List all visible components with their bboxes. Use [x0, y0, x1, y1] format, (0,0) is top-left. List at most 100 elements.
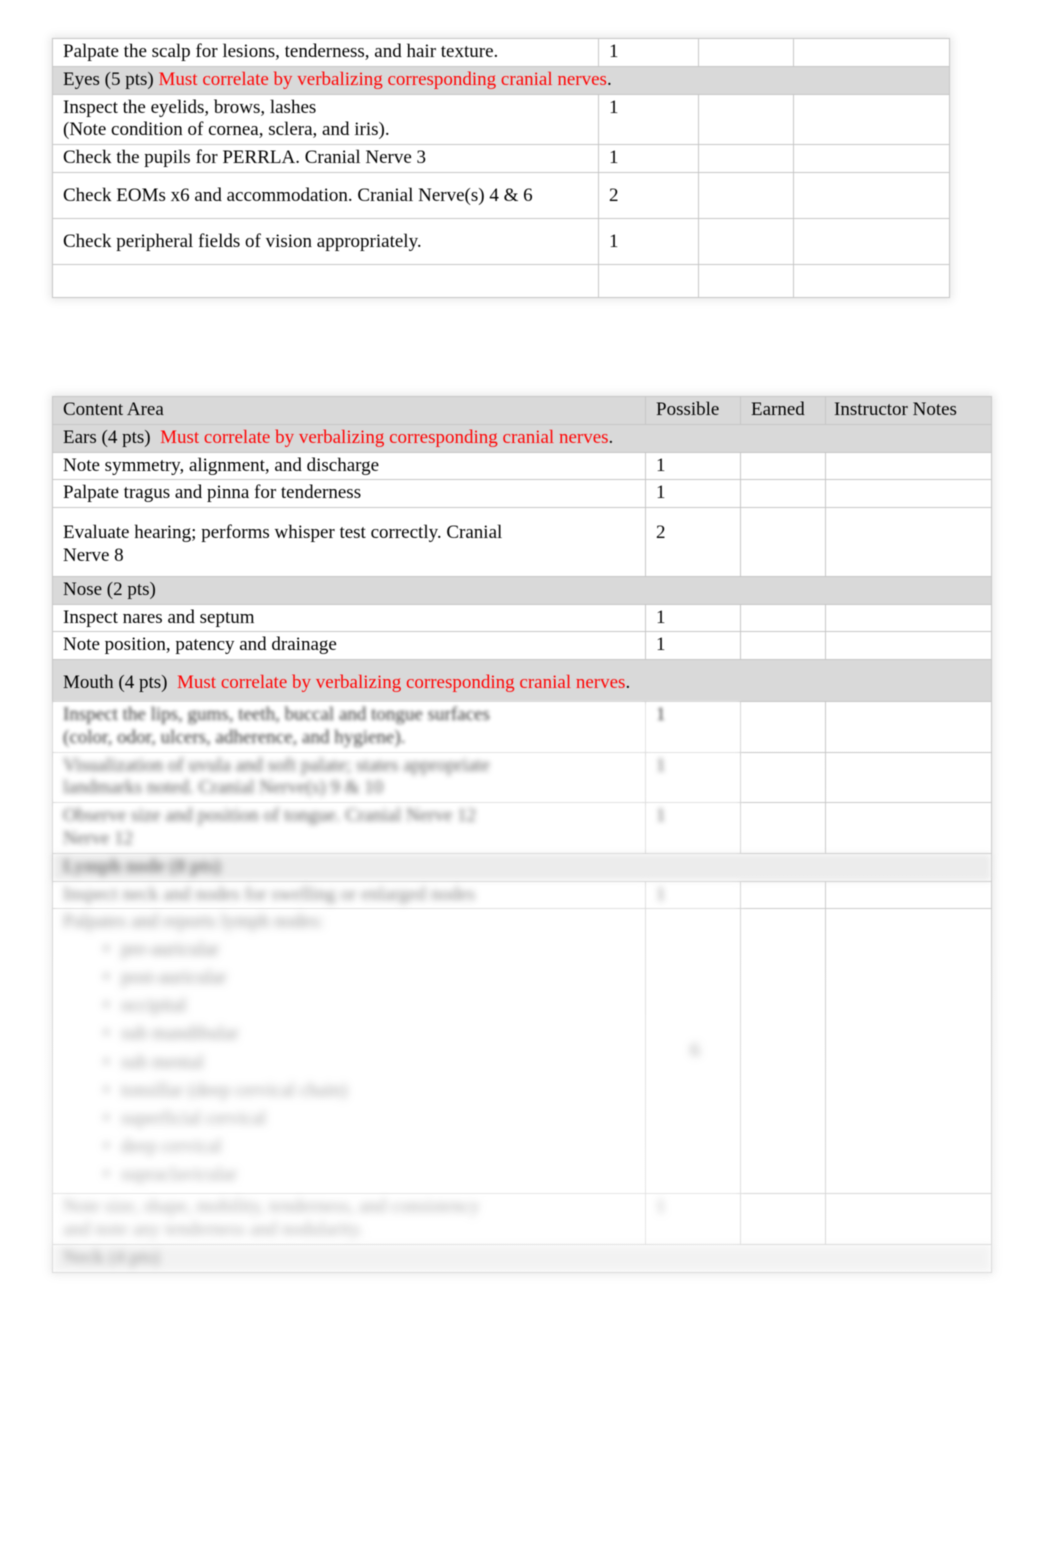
spacer-cell	[793, 263, 950, 298]
rubric-item-text: Note position, patency and drainage	[52, 631, 646, 661]
instructor-notes[interactable]	[793, 217, 950, 265]
section-header-cell-redacted: Lymph node (8 pts)	[52, 852, 992, 882]
possible-points-redacted: 1	[645, 802, 741, 854]
rubric-item-line-1: Observe size and position of tongue. Cra…	[63, 805, 477, 827]
possible-points-redacted: 1	[645, 1193, 741, 1245]
table-row: Evaluate hearing; performs whisper test …	[52, 507, 992, 577]
instructor-notes[interactable]	[825, 631, 992, 661]
possible-points: 1	[645, 603, 741, 633]
possible-points: 1	[645, 479, 741, 509]
earned-points[interactable]	[740, 908, 826, 1195]
earned-points[interactable]	[740, 631, 826, 661]
earned-points[interactable]	[698, 38, 794, 67]
rubric-item-text: Check the pupils for PERRLA. Cranial Ner…	[52, 144, 599, 173]
table-row-redacted: Visualization of uvula and soft palate; …	[52, 751, 992, 804]
section-label: Nose (2 pts)	[63, 578, 156, 600]
rubric-item-line-2: Nerve 12	[63, 827, 134, 849]
section-note-tail: .	[625, 672, 631, 694]
possible-points: 2	[598, 171, 699, 219]
earned-points[interactable]	[698, 171, 794, 219]
section-header-row-mouth: Mouth (4 pts) Must correlate by verbaliz…	[52, 659, 992, 702]
column-header-content-area: Content Area	[52, 396, 646, 425]
rubric-item-line-2: (color, odor, ulcers, adherence, and hyg…	[63, 726, 406, 748]
section-header-row-lymph-redacted: Lymph node (8 pts)	[52, 852, 992, 882]
rubric-item-text: Evaluate hearing; performs whisper test …	[52, 507, 646, 577]
instructor-notes[interactable]	[825, 700, 992, 753]
rubric-item-text: Inspect the eyelids, brows, lashes (Note…	[52, 93, 599, 146]
possible-points-redacted: 1	[645, 751, 741, 804]
list-item: deep cervical	[103, 1133, 639, 1161]
instructor-notes[interactable]	[825, 1193, 992, 1245]
earned-points[interactable]	[740, 507, 826, 577]
possible-points: 1	[645, 631, 741, 661]
section-label: Eyes (5 pts)	[63, 68, 154, 90]
earned-points[interactable]	[698, 217, 794, 265]
instructor-notes[interactable]	[825, 603, 992, 633]
section-header-cell: Mouth (4 pts) Must correlate by verbaliz…	[52, 659, 992, 702]
rubric-table-ears-nose-mouth: Content Area Possible Earned Instructor …	[52, 396, 992, 1273]
spacer-cell	[598, 263, 699, 298]
rubric-item-text-redacted: Observe size and position of tongue. Cra…	[52, 802, 646, 854]
rubric-item-text: Palpate the scalp for lesions, tendernes…	[52, 38, 599, 67]
possible-points: 1	[645, 451, 741, 481]
table-row: Check peripheral fields of vision approp…	[52, 217, 950, 265]
earned-points[interactable]	[740, 802, 826, 854]
possible-points: 1	[598, 93, 699, 146]
instructor-notes[interactable]	[793, 93, 950, 146]
table-row: Inspect the eyelids, brows, lashes (Note…	[52, 93, 950, 146]
table-row-redacted: Inspect the lips, gums, teeth, buccal an…	[52, 700, 992, 753]
rubric-item-line-2: and note any tenderness and nodularity.	[63, 1218, 364, 1240]
document-page: Palpate the scalp for lesions, tendernes…	[0, 0, 1062, 1541]
instructor-notes[interactable]	[825, 451, 992, 481]
rubric-table-scalp-eyes: Palpate the scalp for lesions, tendernes…	[52, 38, 950, 298]
instructor-notes[interactable]	[825, 802, 992, 854]
earned-points[interactable]	[740, 479, 826, 509]
section-header-row-nose: Nose (2 pts)	[52, 575, 992, 605]
earned-points[interactable]	[698, 144, 794, 173]
lymph-node-list: pre-auricular post-auricular occipital s…	[63, 936, 639, 1189]
list-item: supraclavicular	[103, 1161, 639, 1189]
section-label: Ears (4 pts)	[63, 426, 151, 448]
rubric-item-text: Check peripheral fields of vision approp…	[52, 217, 599, 265]
spacer-cell	[698, 263, 794, 298]
instructor-notes[interactable]	[825, 751, 992, 804]
column-header-instructor-notes: Instructor Notes	[825, 396, 992, 425]
earned-points[interactable]	[740, 1193, 826, 1245]
rubric-item-line-1: Evaluate hearing; performs whisper test …	[63, 522, 503, 544]
earned-points[interactable]	[740, 603, 826, 633]
earned-points[interactable]	[740, 880, 826, 910]
earned-points[interactable]	[740, 700, 826, 753]
instructor-notes[interactable]	[825, 479, 992, 509]
rubric-item-line-1: Visualization of uvula and soft palate; …	[63, 754, 490, 776]
table-row-redacted: Inspect neck and nodes for swelling or e…	[52, 880, 992, 910]
table-row-spacer	[52, 263, 950, 298]
rubric-item-line-1: Note size, shape, mobility, tenderness, …	[63, 1196, 480, 1218]
section-note-tail: .	[608, 426, 614, 448]
column-header-earned: Earned	[740, 396, 826, 425]
possible-points: 1	[598, 217, 699, 265]
instructor-notes[interactable]	[825, 507, 992, 577]
table-row: Palpate the scalp for lesions, tendernes…	[52, 38, 950, 67]
rubric-item-text-redacted: Palpates and reports lymph nodes: pre-au…	[52, 908, 646, 1195]
instructor-notes[interactable]	[793, 171, 950, 219]
table-row: Check EOMs x6 and accommodation. Cranial…	[52, 171, 950, 219]
rubric-item-line-1: Palpates and reports lymph nodes:	[63, 911, 324, 933]
table-row-redacted: Note size, shape, mobility, tenderness, …	[52, 1193, 992, 1245]
earned-points[interactable]	[740, 451, 826, 481]
list-item: post-auricular	[103, 964, 639, 992]
earned-points[interactable]	[698, 93, 794, 146]
rubric-item-text-redacted: Inspect neck and nodes for swelling or e…	[52, 880, 646, 910]
section-header-cell: Ears (4 pts) Must correlate by verbalizi…	[52, 423, 992, 453]
rubric-item-text-redacted: Note size, shape, mobility, tenderness, …	[52, 1193, 646, 1245]
instructor-notes[interactable]	[825, 880, 992, 910]
instructor-notes[interactable]	[793, 144, 950, 173]
list-item: tonsillar (deep cervical chain)	[103, 1077, 639, 1105]
table-row: Inspect nares and septum 1	[52, 603, 992, 633]
instructor-notes[interactable]	[825, 908, 992, 1195]
table-header-row: Content Area Possible Earned Instructor …	[52, 396, 992, 425]
earned-points[interactable]	[740, 751, 826, 804]
table-row: Check the pupils for PERRLA. Cranial Ner…	[52, 144, 950, 173]
instructor-notes[interactable]	[793, 38, 950, 67]
section-header-cell: Eyes (5 pts) Must correlate by verbalizi…	[52, 65, 950, 95]
section-note: Must correlate by verbalizing correspond…	[158, 68, 607, 90]
